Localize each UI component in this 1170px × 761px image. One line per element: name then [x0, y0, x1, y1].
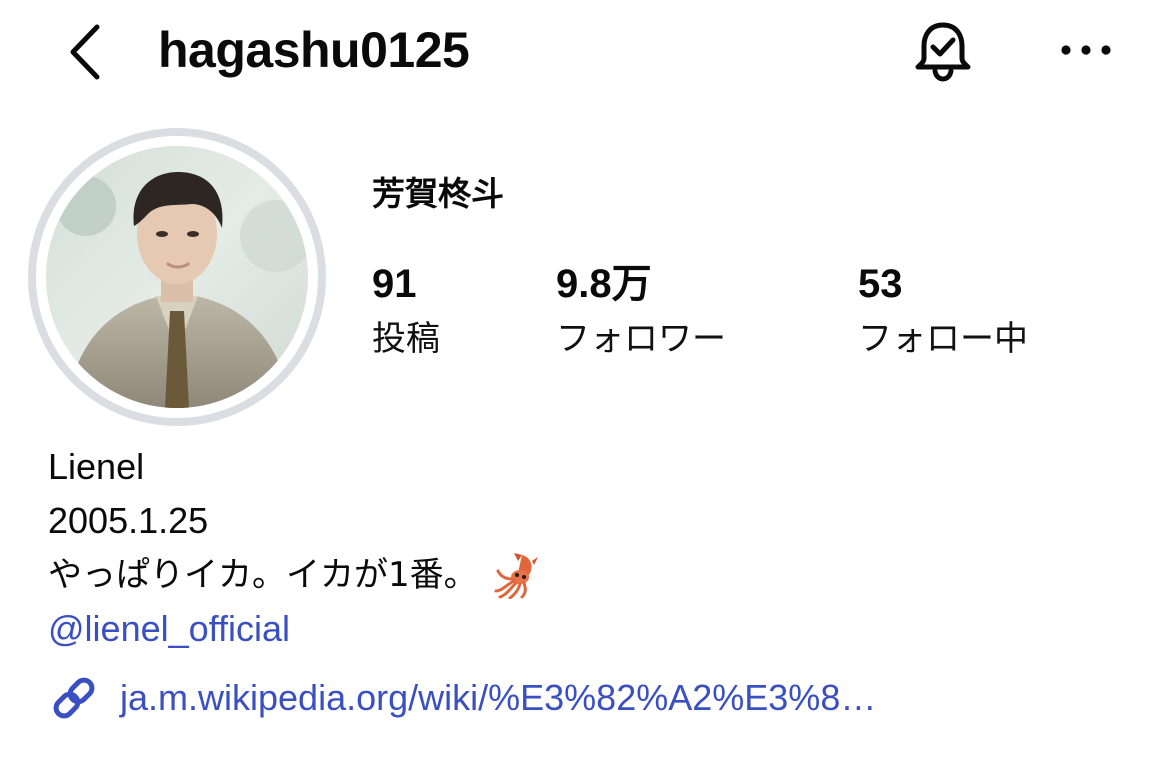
profile-username: hagashu0125 — [158, 22, 470, 78]
bell-check-icon — [915, 22, 971, 82]
link-icon — [53, 677, 95, 719]
bio-line-3-text: やっぱりイカ。イカが1番。 — [48, 555, 478, 595]
back-button[interactable] — [58, 22, 112, 82]
posts-label: 投稿 — [372, 319, 440, 359]
avatar[interactable] — [46, 146, 308, 408]
bio-line-1: Lienel — [48, 446, 145, 487]
mention-link[interactable]: @lienel_official — [48, 605, 290, 653]
followers-count: 9.8万 — [556, 262, 652, 306]
ellipsis-icon — [1061, 45, 1111, 55]
external-link[interactable]: ja.m.wikipedia.org/wiki/%E3%82%A2%E3%8… — [48, 670, 876, 726]
avatar-gap — [36, 136, 318, 418]
followers-count-stat[interactable]: 9.8万 フォロワー — [556, 258, 726, 362]
chevron-left-icon — [70, 24, 100, 80]
posts-count: 91 — [372, 262, 417, 306]
avatar-ring[interactable] — [28, 128, 326, 426]
following-count-stat[interactable]: 53 フォロー中 — [858, 258, 1028, 362]
more-options-button[interactable] — [1058, 30, 1114, 70]
following-count: 53 — [858, 262, 903, 306]
squid-icon — [494, 553, 538, 599]
profile-photo — [46, 146, 308, 408]
following-label: フォロー中 — [858, 319, 1028, 359]
profile-display-name: 芳賀柊斗 — [372, 174, 504, 213]
bio-line-3: やっぱりイカ。イカが1番。 — [48, 551, 540, 599]
external-link-text: ja.m.wikipedia.org/wiki/%E3%82%A2%E3%8… — [120, 677, 877, 718]
followers-label: フォロワー — [556, 319, 726, 359]
bio-line-2: 2005.1.25 — [48, 500, 209, 541]
notifications-button[interactable] — [908, 16, 978, 86]
posts-count-stat[interactable]: 91 投稿 — [372, 258, 440, 362]
